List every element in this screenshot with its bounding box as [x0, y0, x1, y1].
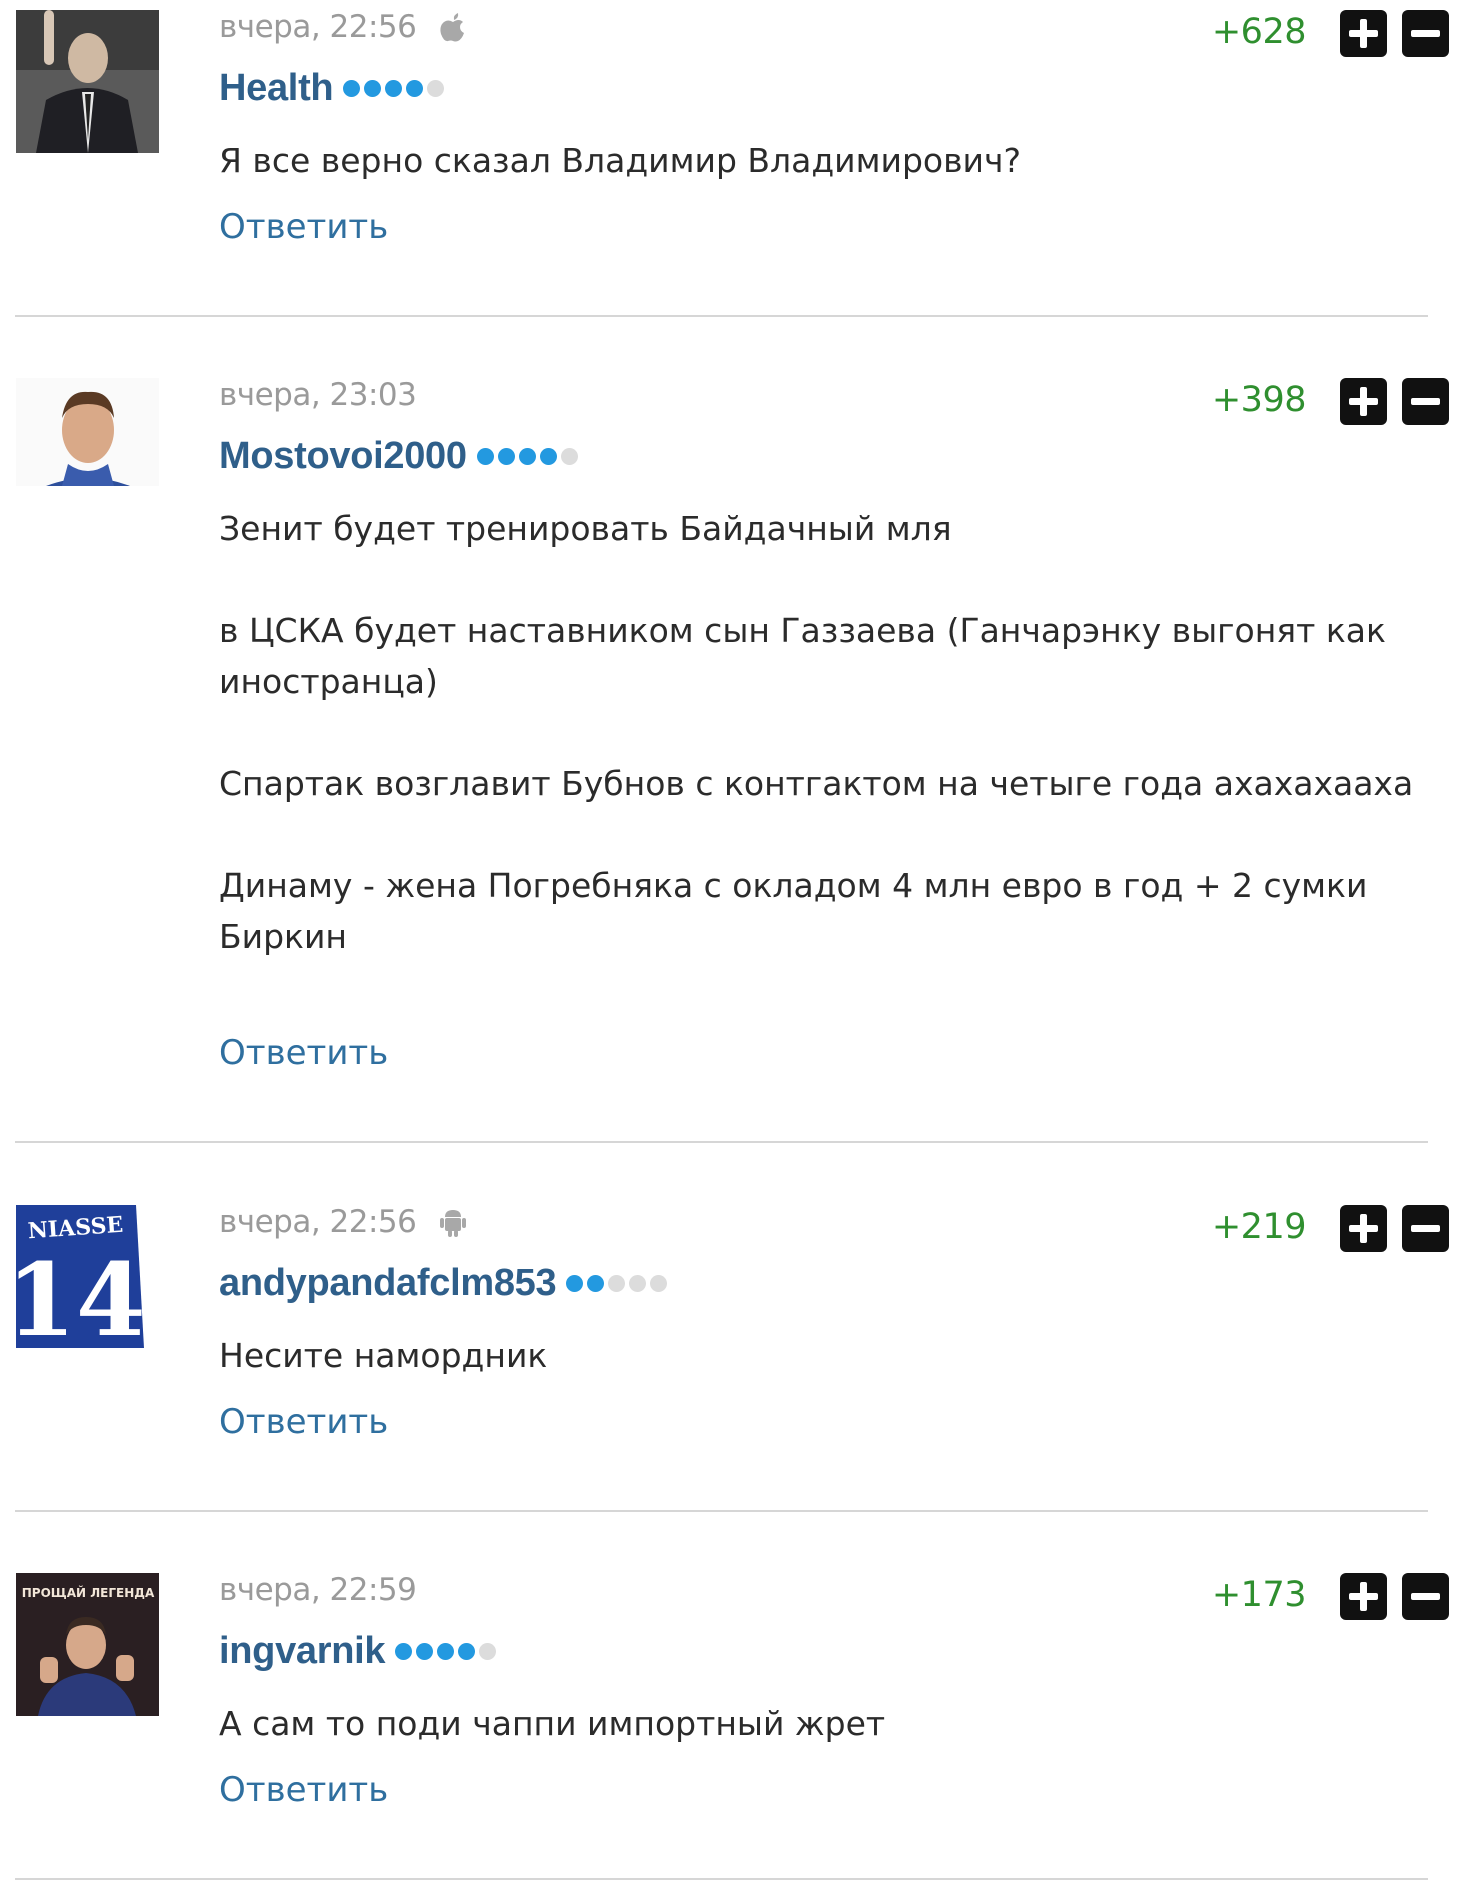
- comment-time: вчера, 22:59: [219, 1572, 417, 1608]
- comment-text: Зенит будет тренировать Байдачный мля в …: [219, 509, 1414, 956]
- user-avatar[interactable]: NIASSE 14: [16, 1205, 159, 1348]
- comment-author: ingvarnik: [219, 1627, 497, 1675]
- rank-dot-active: [587, 1274, 605, 1292]
- comment-meta: вчера, 22:56: [219, 1203, 468, 1241]
- rank-dot-inactive: [629, 1274, 647, 1292]
- comment-time: вчера, 22:56: [219, 9, 417, 45]
- comment-time: вчера, 22:56: [219, 1204, 417, 1240]
- rank-dot-active: [458, 1642, 476, 1660]
- rank-dot-active: [385, 79, 403, 97]
- comment-rating: +219: [1211, 1207, 1307, 1247]
- reply-link[interactable]: Ответить: [219, 204, 388, 250]
- comment-divider: [15, 1141, 1428, 1143]
- comment-text: А сам то поди чаппи импортный жрет: [219, 1704, 886, 1743]
- vote-down-button[interactable]: [1402, 1205, 1449, 1252]
- username-link[interactable]: Mostovoi2000: [219, 435, 467, 478]
- comment-text: Я все верно сказал Владимир Владимирович…: [219, 141, 1022, 180]
- avatar-image: ПРОЩАЙ ЛЕГЕНДА: [16, 1573, 159, 1716]
- comment-text: Несите намордник: [219, 1336, 548, 1375]
- rank-dots: [476, 447, 578, 465]
- comment-author: Health: [219, 64, 445, 112]
- comment-divider: [15, 315, 1428, 317]
- rank-dot-active: [539, 447, 557, 465]
- comment-author: Mostovoi2000: [219, 432, 578, 480]
- reply-link[interactable]: Ответить: [219, 1030, 388, 1076]
- reply-link[interactable]: Ответить: [219, 1767, 388, 1813]
- rank-dot-active: [364, 79, 382, 97]
- rank-dot-inactive: [608, 1274, 626, 1292]
- rank-dot-active: [437, 1642, 455, 1660]
- rank-dot-active: [476, 447, 494, 465]
- rank-dot-active: [395, 1642, 413, 1660]
- user-avatar[interactable]: [16, 378, 159, 521]
- rank-dots: [395, 1642, 497, 1660]
- rank-dot-active: [566, 1274, 584, 1292]
- apple-icon: [438, 11, 468, 43]
- rank-dot-active: [416, 1642, 434, 1660]
- svg-text:14: 14: [16, 1241, 146, 1348]
- rank-dot-inactive: [479, 1642, 497, 1660]
- vote-up-button[interactable]: [1340, 1573, 1387, 1620]
- comment-time: вчера, 23:03: [219, 377, 417, 413]
- vote-up-button[interactable]: [1340, 1205, 1387, 1252]
- vote-down-button[interactable]: [1402, 10, 1449, 57]
- vote-up-button[interactable]: [1340, 10, 1387, 57]
- username-link[interactable]: andypandafclm853: [219, 1262, 557, 1305]
- reply-link[interactable]: Ответить: [219, 1399, 388, 1445]
- rank-dot-active: [343, 79, 361, 97]
- comment-divider: [15, 1510, 1428, 1512]
- comment-author: andypandafclm853: [219, 1259, 668, 1307]
- comment-rating: +628: [1211, 12, 1307, 52]
- android-icon: [438, 1206, 468, 1238]
- rank-dot-active: [518, 447, 536, 465]
- username-link[interactable]: ingvarnik: [219, 1630, 386, 1673]
- comment-rating: +173: [1211, 1575, 1307, 1615]
- vote-up-button[interactable]: [1340, 378, 1387, 425]
- rank-dot-inactive: [650, 1274, 668, 1292]
- vote-down-button[interactable]: [1402, 378, 1449, 425]
- rank-dot-active: [406, 79, 424, 97]
- comment-meta: вчера, 22:59: [219, 1571, 417, 1609]
- comment-rating: +398: [1211, 380, 1307, 420]
- user-avatar[interactable]: [16, 10, 159, 153]
- comment-meta: вчера, 22:56: [219, 8, 468, 46]
- rank-dot-inactive: [427, 79, 445, 97]
- svg-text:ПРОЩАЙ ЛЕГЕНДА: ПРОЩАЙ ЛЕГЕНДА: [22, 1585, 155, 1600]
- avatar-image: [16, 378, 159, 521]
- user-avatar[interactable]: ПРОЩАЙ ЛЕГЕНДА: [16, 1573, 159, 1716]
- avatar-image: [16, 10, 159, 153]
- vote-down-button[interactable]: [1402, 1573, 1449, 1620]
- username-link[interactable]: Health: [219, 67, 334, 110]
- rank-dot-inactive: [560, 447, 578, 465]
- comment-meta: вчера, 23:03: [219, 376, 417, 414]
- avatar-image: NIASSE 14: [16, 1205, 159, 1348]
- rank-dots: [566, 1274, 668, 1292]
- rank-dot-active: [497, 447, 515, 465]
- rank-dots: [343, 79, 445, 97]
